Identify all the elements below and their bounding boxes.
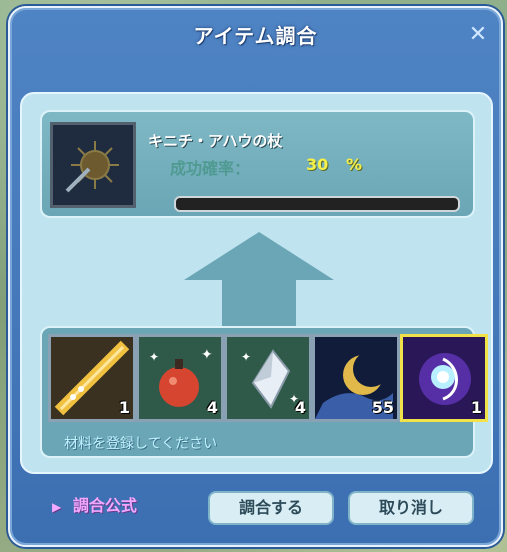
window-title: アイテム調合 bbox=[193, 24, 318, 48]
material-count: 1 bbox=[118, 398, 130, 417]
crafting-panel: キニチ・アハウの杖 成功確率： 30 % 1 ✦ ✦ 4 ✦ ✦ 4 55 1 … bbox=[20, 92, 493, 474]
crafting-formula-label: 調合公式 bbox=[72, 496, 137, 515]
material-slot-1[interactable]: 1 bbox=[48, 334, 136, 422]
svg-text:✦: ✦ bbox=[241, 350, 251, 364]
craft-button[interactable]: 調合する bbox=[208, 491, 334, 525]
close-icon[interactable]: ✕ bbox=[467, 24, 489, 46]
result-item-name: キニチ・アハウの杖 bbox=[148, 132, 283, 150]
svg-text:✦: ✦ bbox=[149, 350, 159, 364]
cancel-button[interactable]: 取り消し bbox=[348, 491, 474, 525]
staff-icon bbox=[53, 125, 133, 205]
material-count: 55 bbox=[371, 398, 394, 417]
success-rate-value: 30 bbox=[306, 155, 329, 174]
success-rate-unit: % bbox=[346, 155, 363, 174]
material-slot-5[interactable]: 1 bbox=[400, 334, 488, 422]
materials-panel: 1 ✦ ✦ 4 ✦ ✦ 4 55 1 材料を登録してください bbox=[40, 326, 488, 458]
crafting-formula-link[interactable]: ▶ 調合公式 bbox=[52, 492, 137, 516]
item-crafting-window: アイテム調合 ✕ キニチ・アハウの杖 成功確率： 30 % 1 ✦ ✦ 4 ✦ … bbox=[8, 6, 503, 547]
register-materials-hint: 材料を登録してください bbox=[64, 436, 218, 452]
material-slot-3[interactable]: ✦ ✦ 4 bbox=[224, 334, 312, 422]
success-rate-label: 成功確率： bbox=[170, 159, 251, 178]
material-count: 1 bbox=[470, 398, 482, 417]
result-panel: キニチ・アハウの杖 成功確率： 30 % bbox=[40, 110, 475, 218]
crafting-progress-bar bbox=[174, 196, 460, 212]
triangle-right-icon: ▶ bbox=[52, 500, 62, 514]
material-slot-4[interactable]: 55 bbox=[312, 334, 400, 422]
material-count: 4 bbox=[294, 398, 306, 417]
result-item-slot[interactable] bbox=[50, 122, 136, 208]
material-slot-2[interactable]: ✦ ✦ 4 bbox=[136, 334, 224, 422]
svg-text:✦: ✦ bbox=[201, 347, 213, 363]
up-arrow-icon bbox=[184, 232, 334, 332]
material-count: 4 bbox=[206, 398, 218, 417]
